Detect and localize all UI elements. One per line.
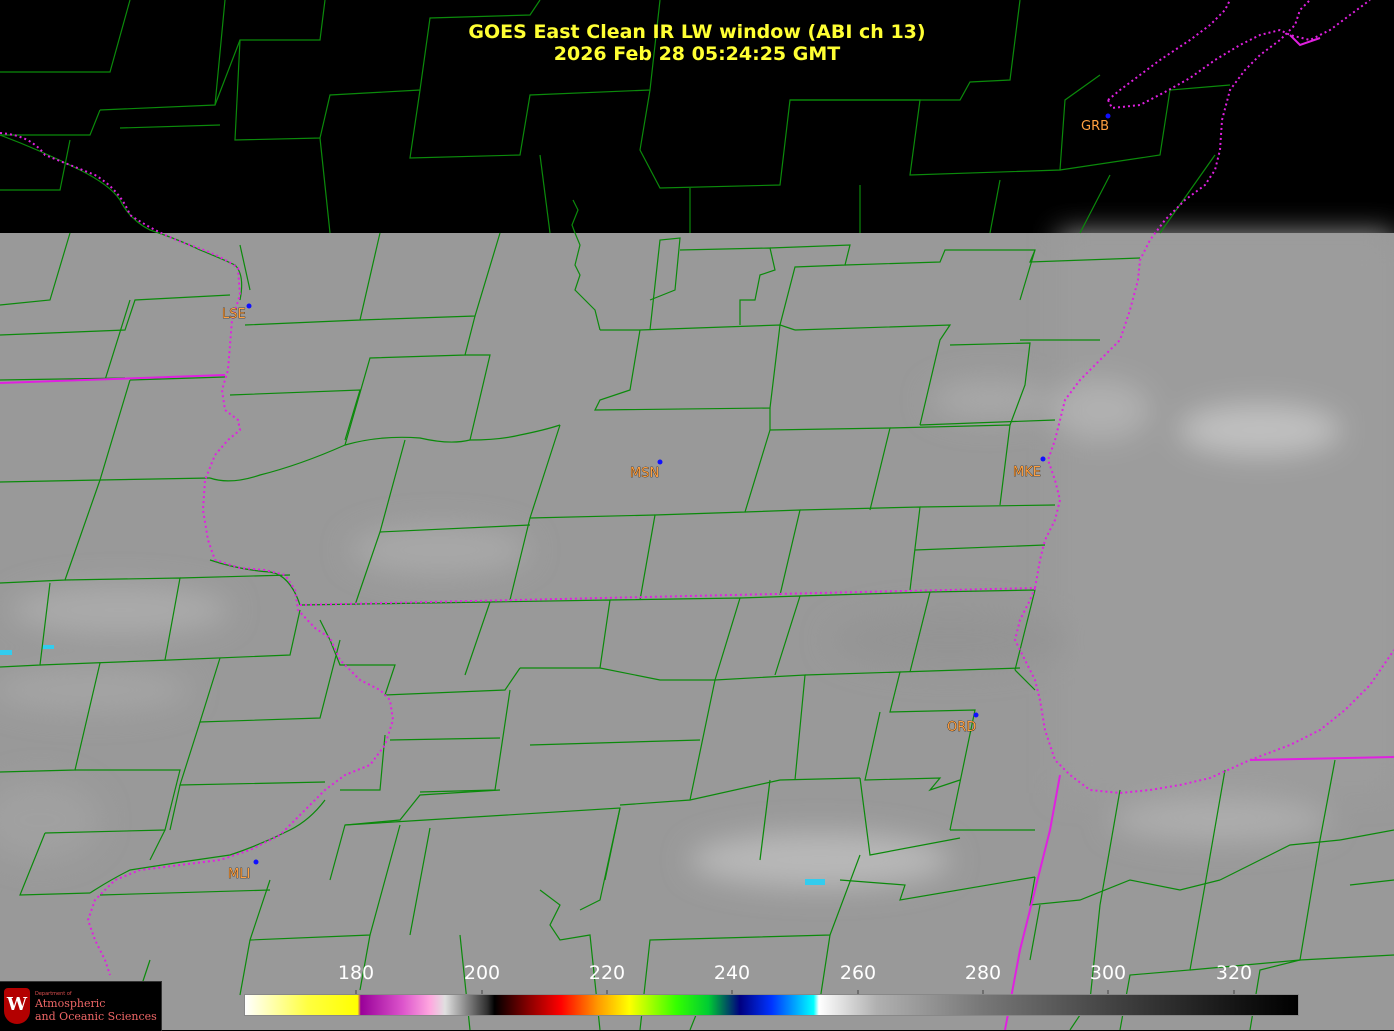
image-timestamp: 2026 Feb 28 05:24:25 GMT bbox=[553, 43, 841, 65]
colorbar-tick-label: 200 bbox=[463, 962, 501, 984]
colorbar-tick-label: 320 bbox=[1215, 962, 1253, 984]
station-label-lse: LSE bbox=[222, 307, 246, 322]
logo-line-1: Atmospheric bbox=[35, 997, 106, 1010]
university-crest-icon: W bbox=[4, 988, 30, 1024]
station-dot-lse bbox=[246, 303, 252, 309]
station-dot-mli bbox=[253, 859, 259, 865]
station-label-msn: MSN bbox=[630, 466, 659, 481]
station-label-mke: MKE bbox=[1013, 465, 1041, 480]
station-label-ord: ORD bbox=[947, 720, 976, 735]
station-dot-mke bbox=[1040, 456, 1046, 462]
colorbar-tick-label: 260 bbox=[839, 962, 877, 984]
colorbar-tick-label: 180 bbox=[337, 962, 375, 984]
station-dot-grb bbox=[1105, 113, 1111, 119]
logo-line-2: and Oceanic Sciences bbox=[35, 1010, 157, 1023]
satellite-map: GRB LSE MSN MKE ORD MLI bbox=[0, 0, 1394, 1030]
cold-pixel bbox=[805, 879, 825, 885]
station-dot-msn bbox=[657, 459, 663, 465]
station-label-grb: GRB bbox=[1081, 119, 1109, 134]
cold-pixel bbox=[42, 645, 54, 649]
temperature-colorbar bbox=[244, 994, 1299, 1016]
station-dot-ord bbox=[973, 712, 979, 718]
colorbar-tick-label: 300 bbox=[1089, 962, 1127, 984]
cold-pixel bbox=[0, 650, 12, 655]
colorbar-tick-label: 280 bbox=[964, 962, 1002, 984]
image-title: GOES East Clean IR LW window (ABI ch 13) bbox=[468, 21, 926, 43]
station-label-mli: MLI bbox=[228, 867, 250, 882]
colorbar-tick-label: 220 bbox=[588, 962, 626, 984]
colorbar-tick-label: 240 bbox=[713, 962, 751, 984]
department-logo: W Department of Atmospheric and Oceanic … bbox=[0, 981, 162, 1031]
